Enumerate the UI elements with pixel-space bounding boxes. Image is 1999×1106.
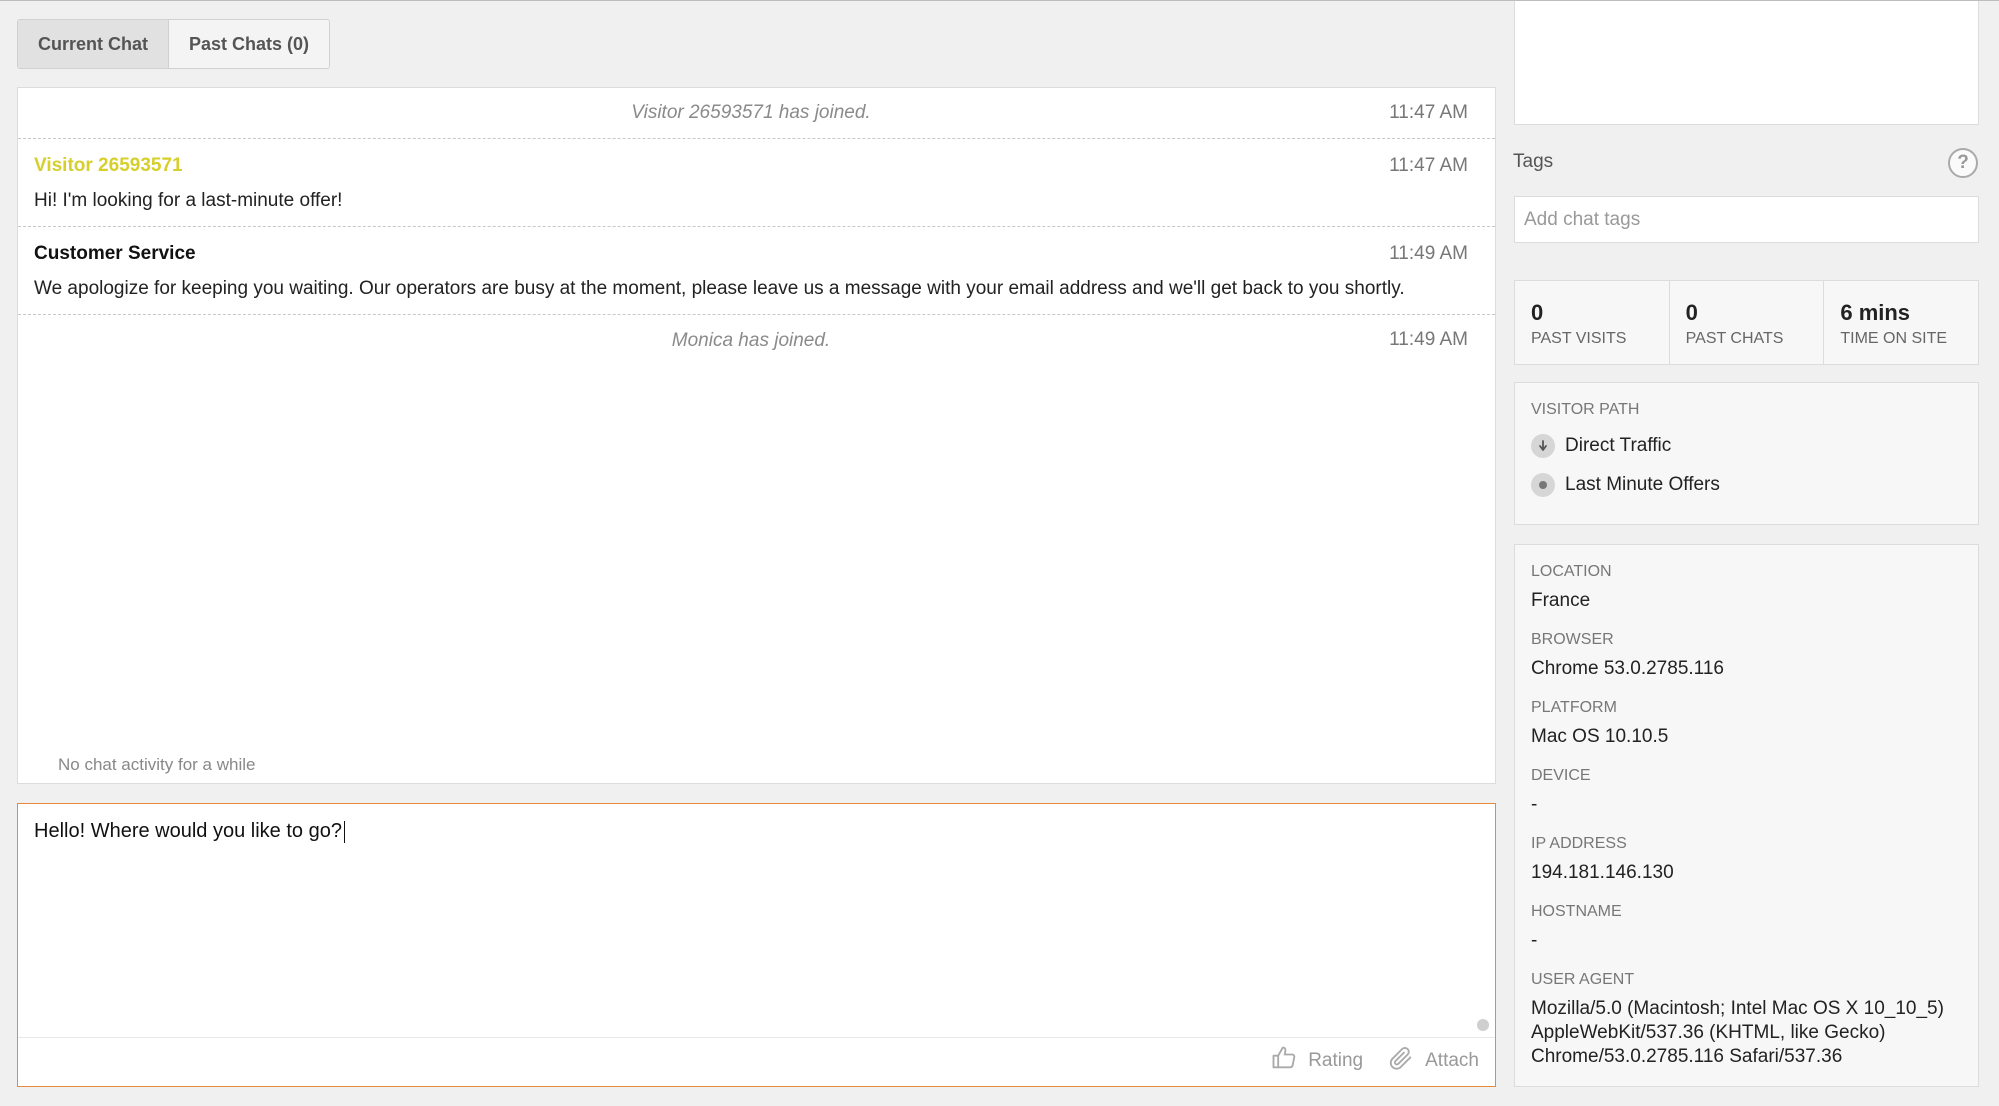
help-icon[interactable]: ?	[1948, 148, 1978, 178]
info-label: PLATFORM	[1531, 699, 1617, 716]
info-value: Chrome 53.0.2785.116	[1531, 658, 1724, 679]
tags-label: Tags	[1513, 151, 1554, 172]
message-text: Hi! I'm looking for a last-minute offer!	[34, 190, 343, 211]
system-message-text: Monica has joined.	[671, 329, 831, 351]
chat-log: Visitor 26593571 has joined. 11:47 AM Vi…	[17, 87, 1496, 784]
info-browser: BROWSER Chrome 53.0.2785.116	[1531, 631, 1962, 681]
info-user-agent: USER AGENT Mozilla/5.0 (Macintosh; Intel…	[1531, 971, 1962, 1069]
paperclip-icon	[1387, 1044, 1415, 1078]
info-label: IP ADDRESS	[1531, 835, 1627, 852]
message-input-value: Hello! Where would you like to go?	[34, 820, 342, 842]
tags-input-placeholder: Add chat tags	[1524, 208, 1641, 230]
stat-label: PAST VISITS	[1531, 330, 1627, 347]
system-message-text: Visitor 26593571 has joined.	[631, 102, 871, 123]
message-time: 11:47 AM	[1389, 102, 1468, 123]
notes-textarea[interactable]	[1514, 1, 1979, 125]
resize-handle[interactable]	[1477, 1019, 1489, 1031]
chat-window: Current Chat Past Chats (0) Visitor 2659…	[0, 0, 1999, 1106]
visitor-info: LOCATION France BROWSER Chrome 53.0.2785…	[1514, 544, 1979, 1087]
idle-note: No chat activity for a while	[58, 755, 256, 774]
stat-label: PAST CHATS	[1685, 330, 1784, 347]
info-label: LOCATION	[1531, 563, 1612, 580]
system-message: Monica has joined. 11:49 AM	[18, 315, 1495, 366]
info-value: -	[1531, 794, 1538, 815]
stat-time-on-site: 6 mins TIME ON SITE	[1824, 281, 1978, 364]
stat-value: 0	[1685, 300, 1698, 325]
info-hostname: HOSTNAME -	[1531, 903, 1962, 953]
message-composer: Hello! Where would you like to go? Ratin…	[17, 803, 1496, 1087]
attach-button[interactable]: Attach	[1387, 1044, 1479, 1078]
path-item-label: Direct Traffic	[1565, 435, 1672, 456]
info-location: LOCATION France	[1531, 563, 1962, 613]
info-value: France	[1531, 590, 1591, 611]
tags-input[interactable]: Add chat tags	[1514, 196, 1979, 243]
message-sender: Visitor 26593571	[34, 155, 183, 176]
message-time: 11:47 AM	[1389, 155, 1468, 176]
tab-current-chat[interactable]: Current Chat	[18, 20, 170, 68]
chat-tabs: Current Chat Past Chats (0)	[17, 19, 331, 69]
visitor-path: VISITOR PATH Direct Traffic Last Minute …	[1514, 382, 1979, 525]
info-value: -	[1531, 930, 1538, 951]
visitor-message: Visitor 26593571 11:47 AM Hi! I'm lookin…	[18, 139, 1495, 227]
arrow-down-icon	[1531, 434, 1555, 458]
info-value: 194.181.146.130	[1531, 862, 1674, 883]
message-time: 11:49 AM	[1389, 243, 1468, 264]
message-text: We apologize for keeping you waiting. Ou…	[34, 278, 1405, 299]
agent-message: Customer Service 11:49 AM We apologize f…	[18, 227, 1495, 315]
message-time: 11:49 AM	[1389, 329, 1468, 350]
text-caret	[343, 820, 345, 843]
composer-tools: Rating Attach	[1270, 1036, 1495, 1086]
message-sender: Customer Service	[34, 243, 196, 264]
system-message: Visitor 26593571 has joined. 11:47 AM	[18, 88, 1495, 139]
rating-button[interactable]: Rating	[1270, 1044, 1363, 1078]
info-platform: PLATFORM Mac OS 10.10.5	[1531, 699, 1962, 749]
path-item-label: Last Minute Offers	[1565, 474, 1720, 495]
info-ip-address: IP ADDRESS 194.181.146.130	[1531, 835, 1962, 885]
thumbs-up-icon	[1270, 1044, 1298, 1078]
info-value: Mozilla/5.0 (Macintosh; Intel Mac OS X 1…	[1531, 998, 1944, 1067]
path-item[interactable]: Last Minute Offers	[1531, 473, 1962, 497]
info-label: BROWSER	[1531, 631, 1614, 648]
message-input[interactable]: Hello! Where would you like to go?	[18, 804, 1495, 1038]
stat-value: 6 mins	[1840, 300, 1911, 325]
stat-past-chats: 0 PAST CHATS	[1670, 281, 1825, 364]
info-value: Mac OS 10.10.5	[1531, 726, 1669, 747]
stat-label: TIME ON SITE	[1840, 330, 1948, 347]
info-label: USER AGENT	[1531, 971, 1635, 988]
visitor-stats: 0 PAST VISITS 0 PAST CHATS 6 mins TIME O…	[1514, 280, 1979, 365]
stat-value: 0	[1531, 300, 1544, 325]
stat-past-visits: 0 PAST VISITS	[1515, 281, 1670, 364]
visitor-path-label: VISITOR PATH	[1531, 401, 1640, 418]
tab-past-chats[interactable]: Past Chats (0)	[169, 20, 330, 68]
dot-icon	[1531, 473, 1555, 497]
attach-label: Attach	[1425, 1050, 1479, 1071]
info-label: HOSTNAME	[1531, 903, 1622, 920]
path-item: Direct Traffic	[1531, 434, 1962, 458]
info-label: DEVICE	[1531, 767, 1591, 784]
info-device: DEVICE -	[1531, 767, 1962, 817]
rating-label: Rating	[1308, 1050, 1364, 1071]
